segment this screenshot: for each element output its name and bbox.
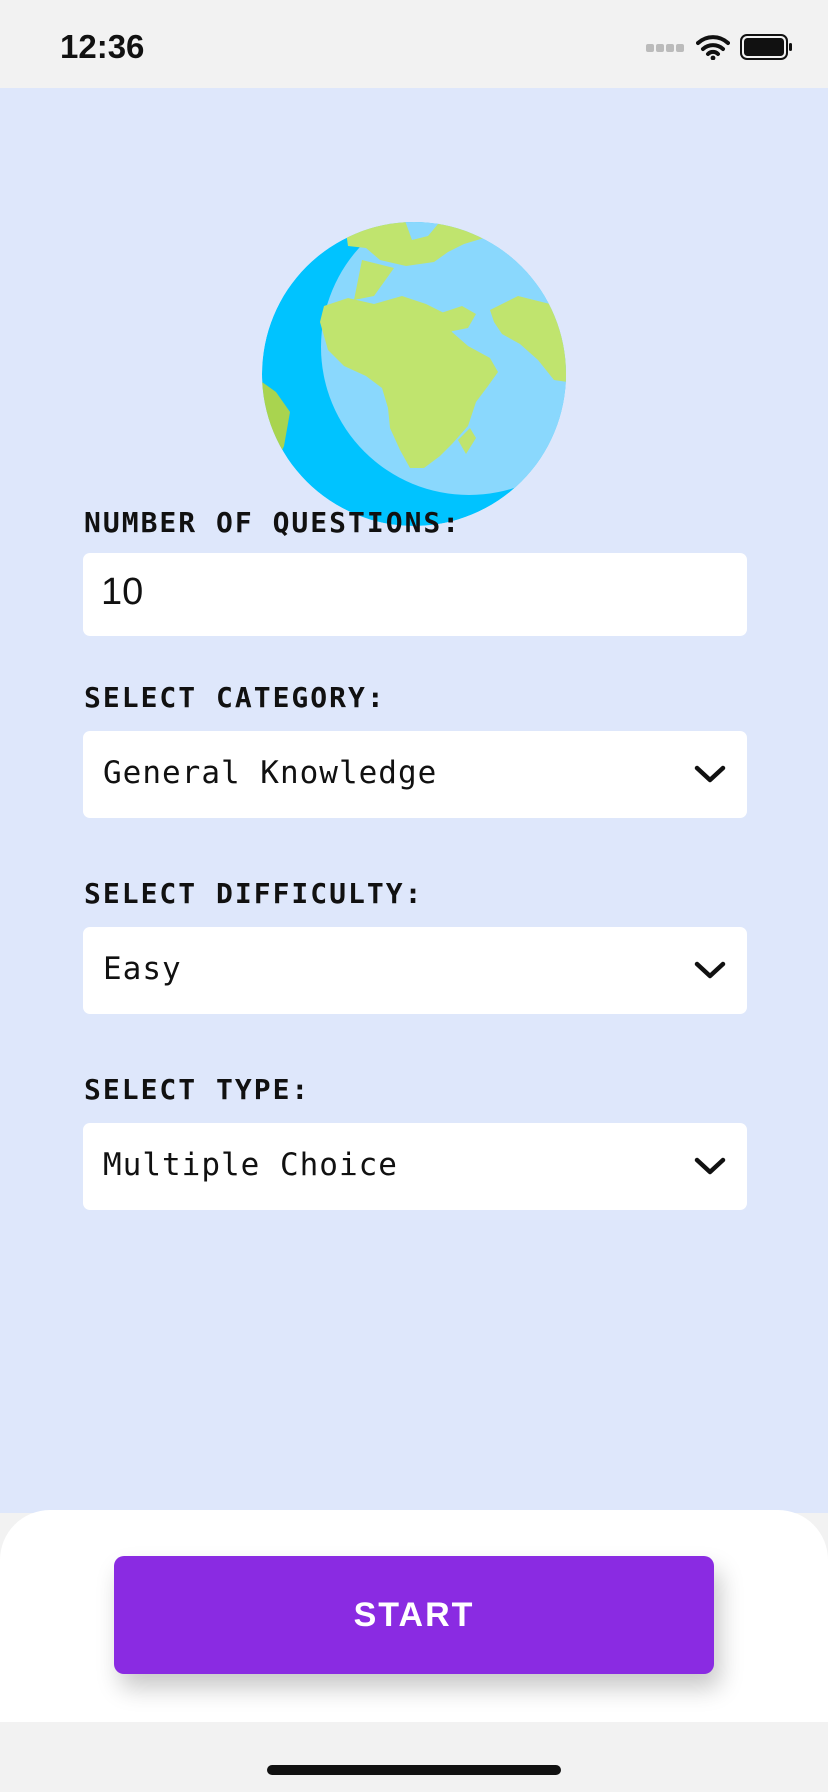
difficulty-select[interactable]: Easy — [83, 927, 747, 1014]
chevron-down-icon — [694, 1157, 726, 1175]
status-icons — [646, 34, 794, 60]
difficulty-label: SELECT DIFFICULTY: — [84, 877, 424, 910]
status-bar: 12:36 — [0, 0, 828, 88]
type-select[interactable]: Multiple Choice — [83, 1123, 747, 1210]
category-select[interactable]: General Knowledge — [83, 731, 747, 818]
questions-input[interactable]: 10 — [83, 553, 747, 636]
questions-label: NUMBER OF QUESTIONS: — [84, 506, 462, 539]
bottom-action-sheet: START — [0, 1510, 828, 1722]
category-label: SELECT CATEGORY: — [84, 681, 386, 714]
questions-input-value: 10 — [101, 571, 144, 613]
globe-africa-icon — [262, 222, 566, 526]
type-label: SELECT TYPE: — [84, 1073, 311, 1106]
difficulty-select-value: Easy — [103, 951, 182, 987]
chevron-down-icon — [694, 765, 726, 783]
chevron-down-icon — [694, 961, 726, 979]
type-select-value: Multiple Choice — [103, 1147, 398, 1183]
start-button[interactable]: START — [114, 1556, 714, 1674]
quiz-setup-screen: NUMBER OF QUESTIONS: 10 SELECT CATEGORY:… — [0, 88, 828, 1513]
battery-icon — [740, 34, 792, 60]
wifi-icon — [696, 35, 730, 60]
signal-dots-icon — [646, 44, 684, 52]
category-select-value: General Knowledge — [103, 755, 438, 791]
status-time: 12:36 — [60, 28, 145, 65]
home-indicator[interactable] — [267, 1765, 561, 1775]
